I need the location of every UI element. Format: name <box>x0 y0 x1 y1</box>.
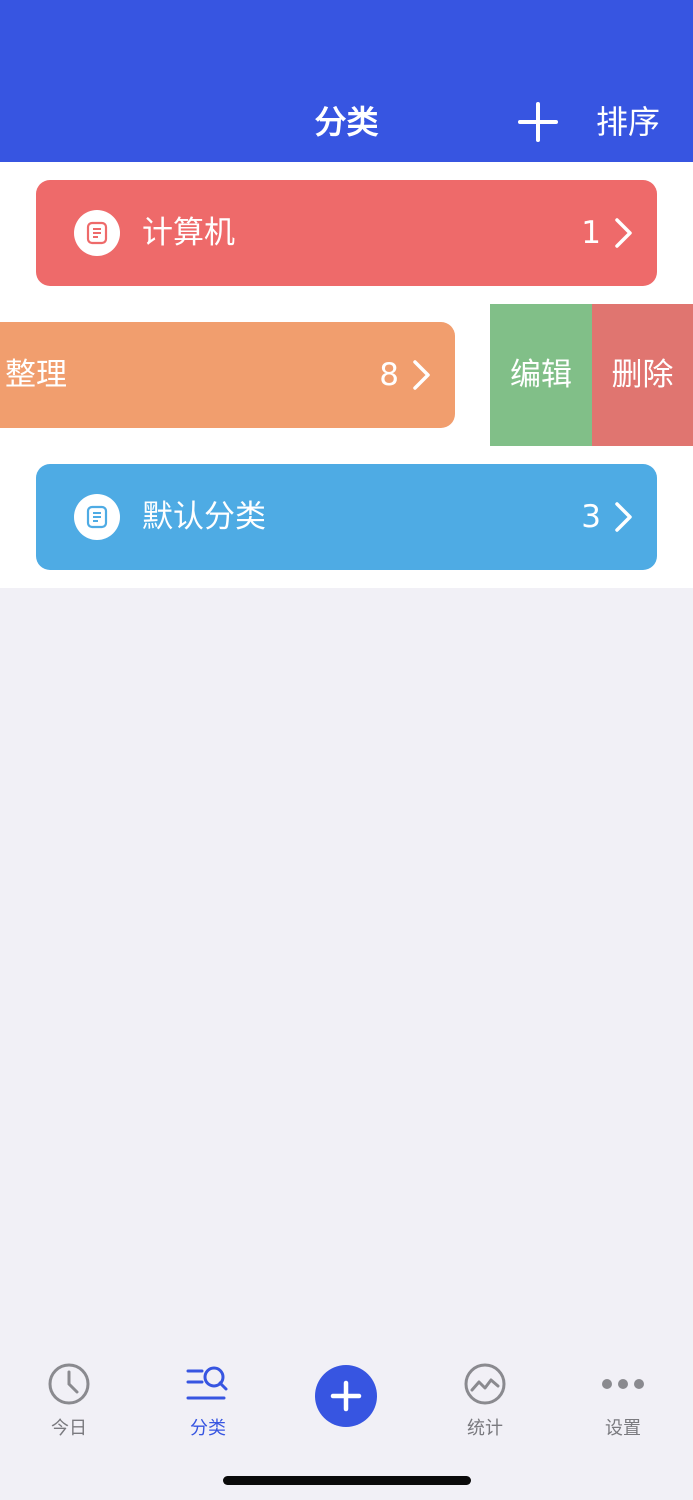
tab-category[interactable]: 分类 <box>148 1342 268 1452</box>
tab-label: 设置 <box>605 1418 641 1439</box>
category-card[interactable]: 默认分类 3 <box>36 464 657 570</box>
home-indicator <box>223 1476 471 1485</box>
category-search-icon <box>186 1366 228 1400</box>
plus-fab-icon <box>330 1380 362 1412</box>
category-card-swiped[interactable]: 整理 8 <box>0 322 455 428</box>
nav-header: 分类 排序 <box>0 0 693 162</box>
edit-button[interactable]: 编辑 <box>490 304 592 446</box>
more-dots-icon <box>602 1379 644 1389</box>
chevron-right-icon <box>615 502 632 532</box>
category-count: 8 <box>379 357 399 393</box>
chart-trend-icon <box>464 1363 506 1405</box>
category-name: 整理 <box>5 357 67 393</box>
tab-label: 分类 <box>190 1418 226 1439</box>
tab-label: 今日 <box>51 1418 87 1439</box>
category-list: 计算机 1 整理 8 编辑 删除 默认分类 3 <box>0 162 693 588</box>
list-doc-icon <box>74 494 120 540</box>
chevron-right-icon <box>413 360 430 390</box>
page-title: 分类 <box>314 103 379 141</box>
add-record-fab[interactable] <box>315 1365 377 1427</box>
delete-button[interactable]: 删除 <box>592 304 693 446</box>
tab-today[interactable]: 今日 <box>9 1342 129 1452</box>
category-count: 1 <box>581 215 601 251</box>
tab-settings[interactable]: 设置 <box>563 1342 683 1452</box>
list-doc-icon <box>74 210 120 256</box>
category-card[interactable]: 计算机 1 <box>36 180 657 286</box>
plus-icon <box>518 102 558 142</box>
category-name: 计算机 <box>142 215 235 251</box>
sort-button[interactable]: 排序 <box>596 98 660 146</box>
category-name: 默认分类 <box>142 499 266 535</box>
category-count: 3 <box>581 499 601 535</box>
add-category-button[interactable] <box>516 100 560 144</box>
chevron-right-icon <box>615 218 632 248</box>
tab-label: 统计 <box>467 1418 503 1439</box>
tab-stats[interactable]: 统计 <box>425 1342 545 1452</box>
clock-icon <box>48 1363 90 1405</box>
